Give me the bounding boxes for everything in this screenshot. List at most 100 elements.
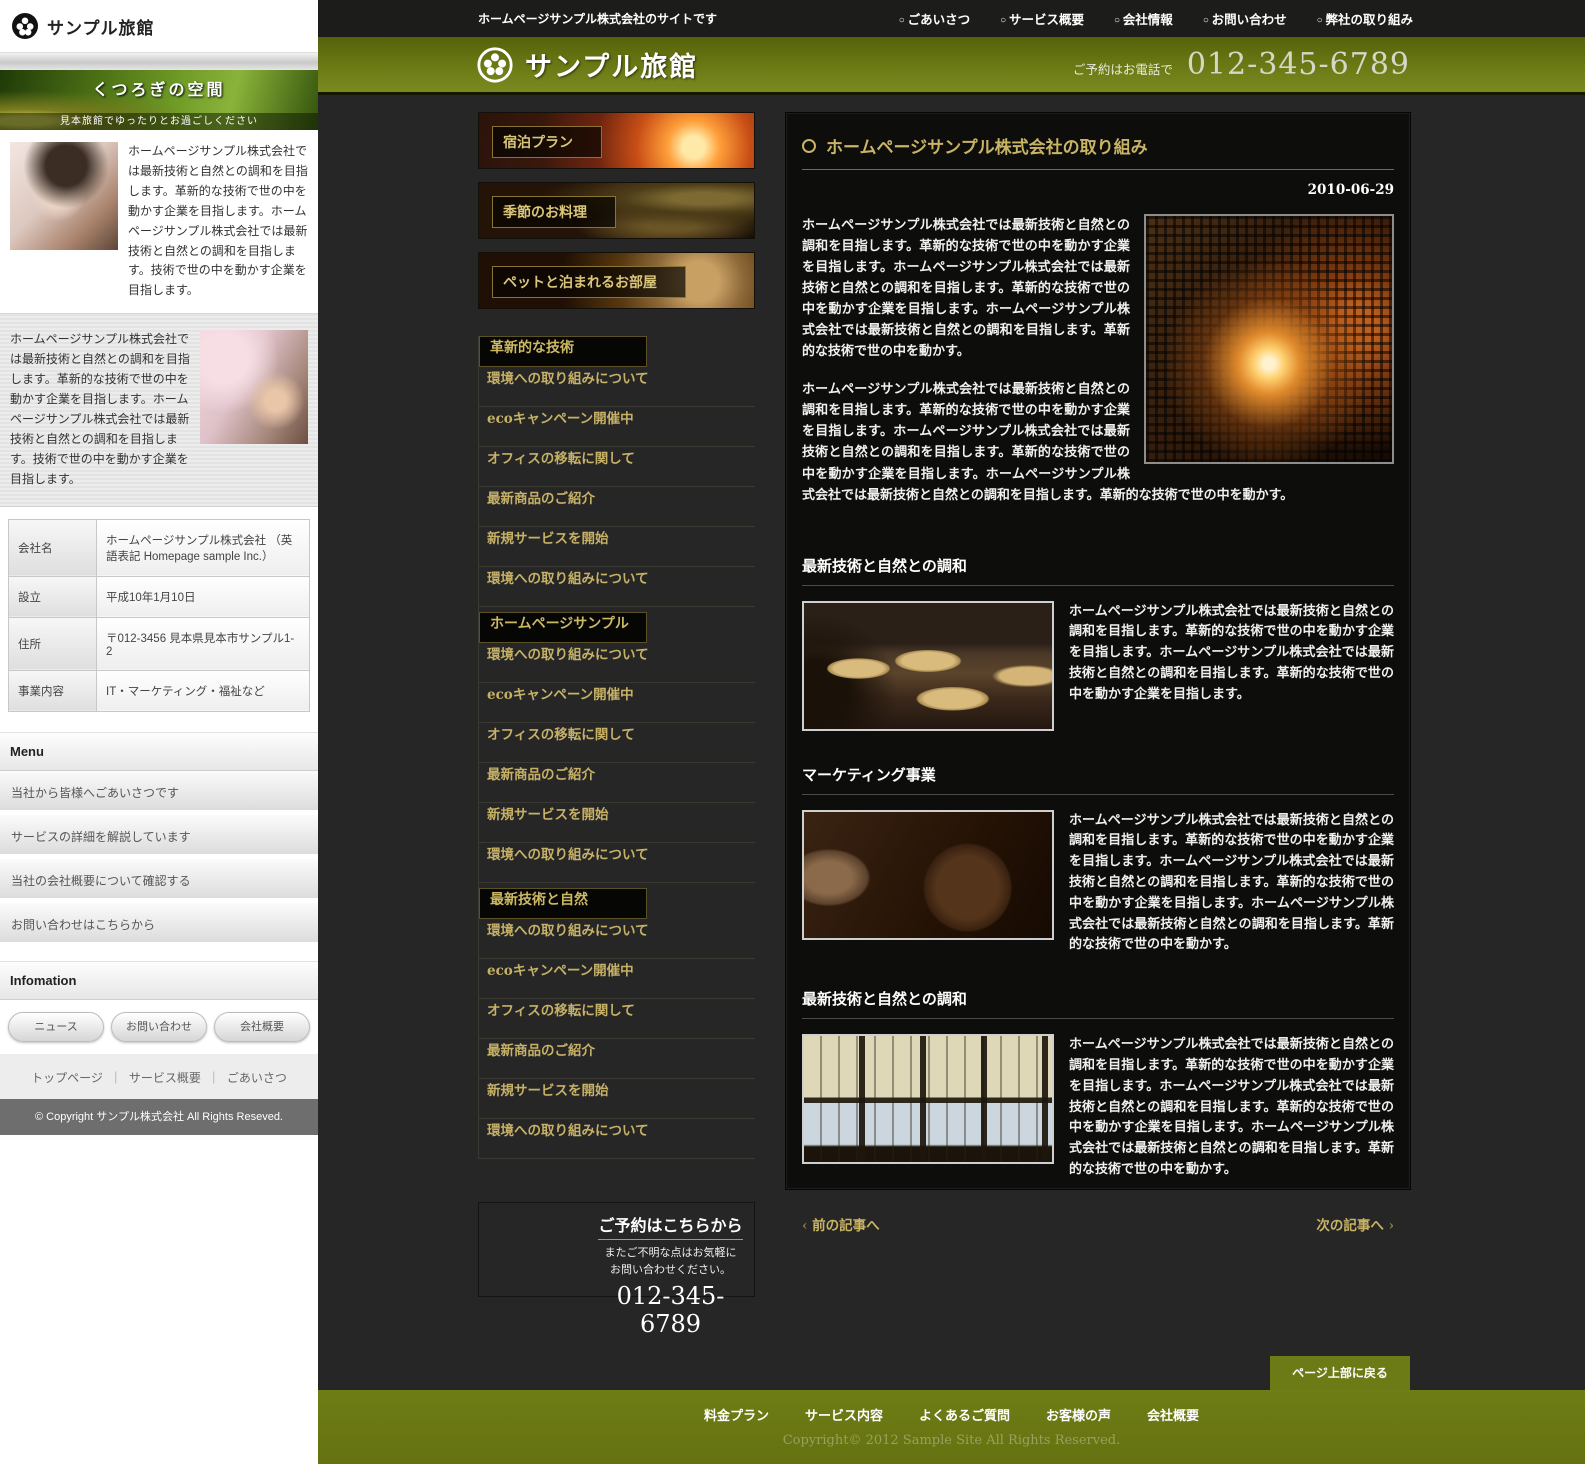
side-navigation-list: 革新的な技術 環境への取り組みについて ecoキャンペーン開催中 オフィスの移転… [478,336,755,1159]
crest-logo-icon [12,13,38,39]
footer-links: 料金プラン サービス内容 よくあるご質問 お客様の声 会社概要 [318,1390,1585,1424]
nav-item[interactable]: 環境への取り組みについて [479,919,755,959]
previous-article-link[interactable]: 前の記事へ [802,1214,880,1234]
nav-item[interactable]: 新規サービスを開始 [479,1079,755,1119]
section-text: ホームページサンプル株式会社では最新技術と自然との調和を目指します。革新的な技術… [1069,601,1394,731]
nav-contact[interactable]: お問い合わせ [1203,9,1287,28]
nav-item[interactable]: オフィスの移転に関して [479,723,755,763]
contact-button[interactable]: お問い合わせ [111,1012,207,1042]
nav-item[interactable]: 新規サービスを開始 [479,527,755,567]
brand[interactable]: サンプル旅館 [476,45,698,84]
nav-initiatives[interactable]: 弊社の取り組み [1317,9,1413,28]
info-buttons-row: ニュース お問い合わせ 会社概要 [0,1000,318,1054]
menu-section-title: Menu [0,732,318,771]
nav-item[interactable]: 最新商品のご紹介 [479,763,755,803]
nav-company-info[interactable]: 会社情報 [1114,9,1173,28]
circle-bullet-icon [802,139,816,153]
site-tagline: ホームページサンプル株式会社のサイトです [478,10,717,27]
reservation-phone-number: 012-345-6789 [597,1282,744,1338]
banner-seasonal-cuisine[interactable]: 季節のお料理 [478,182,755,239]
section-heading: 最新技術と自然との調和 [802,988,1394,1019]
banner-label: ペットと泊まれるお部屋 [492,266,686,298]
table-row: 会社名 ホームページサンプル株式会社 （英語表記 Homepage sample… [9,519,310,576]
brand-name: サンプル旅館 [525,45,698,84]
section-text: ホームページサンプル株式会社では最新技術と自然との調和を目指します。革新的な技術… [1069,810,1394,956]
article-panel: ホームページサンプル株式会社の取り組み 2010-06-29 ホームページサンプ… [785,112,1411,1190]
footer-link-company[interactable]: 会社概要 [1147,1405,1199,1424]
section-heading: 最新技術と自然との調和 [802,555,1394,586]
phone-number: 012-345-6789 [1187,47,1410,82]
nav-group-header-1[interactable]: 革新的な技術 [479,336,647,367]
nav-item[interactable]: ecoキャンペーン開催中 [479,407,755,447]
nav-item[interactable]: 環境への取り組みについて [479,643,755,683]
footer-link-voices[interactable]: お客様の声 [1046,1405,1111,1424]
lantern-photo [1144,214,1394,464]
news-button[interactable]: ニュース [8,1012,104,1042]
nav-group-header-3[interactable]: 最新技術と自然 [479,888,647,919]
sidebar-menu-item-company[interactable]: 当社の会社概要について確認する [0,859,318,903]
nav-item[interactable]: 環境への取り組みについて [479,567,755,607]
shoji-window-photo [802,1034,1054,1164]
table-label: 住所 [9,617,97,670]
divider [0,52,318,70]
information-section-title: Infomation [0,961,318,1000]
phone-label: ご予約はお電話で [1073,59,1173,78]
company-overview-button[interactable]: 会社概要 [214,1012,310,1042]
nav-item[interactable]: 新規サービスを開始 [479,803,755,843]
cherry-blossom-photo [200,330,308,444]
banner-lodging-plan[interactable]: 宿泊プラン [478,112,755,169]
footer-link-pricing[interactable]: 料金プラン [704,1405,769,1424]
footer-link-services[interactable]: サービス内容 [805,1405,883,1424]
table-row: 事業内容 IT・マーケティング・福祉など [9,670,310,711]
footer-copyright: Copyright© 2012 Sample Site All Rights R… [318,1433,1585,1448]
table-value: IT・マーケティング・福祉など [97,670,310,711]
reservation-banner[interactable]: ご予約はこちらから またご不明な点はお気軽に お問い合わせください。 012-3… [478,1202,755,1297]
iron-teapot-photo [802,810,1054,940]
section-text: ホームページサンプル株式会社では最新技術と自然との調和を目指します。革新的な技術… [1069,1034,1394,1180]
link-service-overview[interactable]: サービス概要 [103,1071,201,1085]
page: サンプル旅館 くつろぎの空間 見本旅館でゆったりとお過ごしください ホームページ… [0,0,1585,1464]
nav-item[interactable]: 環境への取り組みについて [479,367,755,407]
table-label: 事業内容 [9,670,97,711]
intro-block-1: ホームページサンプル株式会社では最新技術と自然との調和を目指します。革新的な技術… [0,130,318,313]
link-greeting[interactable]: ごあいさつ [201,1071,287,1085]
nav-item[interactable]: 環境への取り組みについて [479,1119,755,1159]
nav-service-overview[interactable]: サービス概要 [1000,9,1084,28]
banner-label: 季節のお料理 [492,196,616,228]
hero-banner-image: くつろぎの空間 見本旅館でゆったりとお過ごしください [0,70,318,130]
nav-item[interactable]: 最新商品のご紹介 [479,1039,755,1079]
sidebar-menu-item-services[interactable]: サービスの詳細を解説しています [0,815,318,859]
article-pagination: 前の記事へ 次の記事へ [802,1214,1394,1234]
sidebar-menu-item-contact[interactable]: お問い合わせはこちらから [0,903,318,947]
sidebar-logo-row[interactable]: サンプル旅館 [0,0,318,52]
article-section-2: マーケティング事業 ホームページサンプル株式会社では最新技術と自然との調和を目指… [802,764,1394,956]
footer-link-faq[interactable]: よくあるご質問 [919,1405,1010,1424]
content-area: 宿泊プラン 季節のお料理 ペットと泊まれるお部屋 革新的な技術 環境への取り組み… [318,98,1585,1390]
banner-pet-rooms[interactable]: ペットと泊まれるお部屋 [478,252,755,309]
nav-item[interactable]: 最新商品のご紹介 [479,487,755,527]
table-value: ホームページサンプル株式会社 （英語表記 Homepage sample Inc… [97,519,310,576]
irori-hearth-photo [802,601,1054,731]
nav-item[interactable]: ecoキャンペーン開催中 [479,959,755,999]
intro-block-2: ホームページサンプル株式会社では最新技術と自然との調和を目指します。革新的な技術… [0,313,318,506]
crest-logo-icon [476,46,514,84]
nav-item[interactable]: オフィスの移転に関して [479,447,755,487]
sidebar-menu-item-greeting[interactable]: 当社から皆様へごあいさつです [0,771,318,815]
next-article-link[interactable]: 次の記事へ [1316,1214,1394,1234]
back-to-top-button[interactable]: ページ上部に戻る [1270,1356,1410,1390]
banner-label: 宿泊プラン [492,126,602,158]
nav-group-header-2[interactable]: ホームページサンプル [479,612,647,643]
nav-item[interactable]: ecoキャンペーン開催中 [479,683,755,723]
hero-title: くつろぎの空間 [0,76,318,100]
nav-item[interactable]: 環境への取り組みについて [479,843,755,883]
intro-text-1: ホームページサンプル株式会社では最新技術と自然との調和を目指します。革新的な技術… [128,142,308,301]
article-lead: ホームページサンプル株式会社では最新技術と自然との調和を目指します。革新的な技術… [802,214,1394,522]
article-title: ホームページサンプル株式会社の取り組み [826,133,1148,158]
nav-item[interactable]: オフィスの移転に関して [479,999,755,1039]
nav-greeting[interactable]: ごあいさつ [899,9,970,28]
sidebar-bottom-links: トップページサービス概要ごあいさつ [0,1054,318,1099]
table-label: 会社名 [9,519,97,576]
header-phone: ご予約はお電話で 012-345-6789 [1073,47,1410,82]
link-top-page[interactable]: トップページ [31,1071,103,1085]
reservation-title: ご予約はこちらから [598,1212,742,1240]
